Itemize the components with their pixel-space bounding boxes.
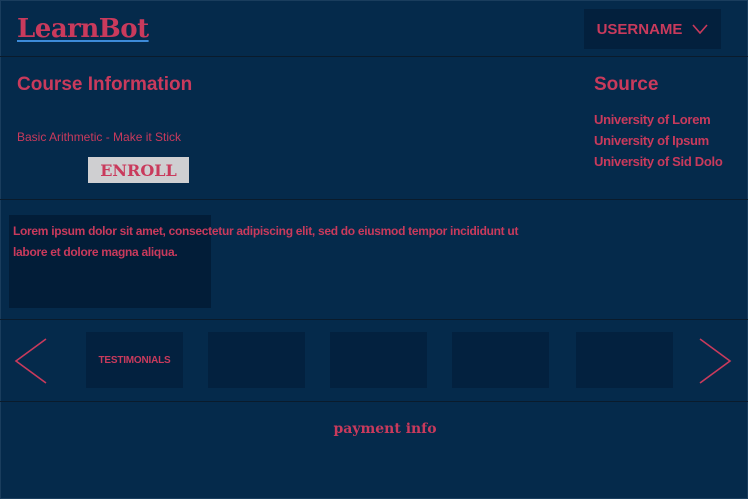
testimonial-card[interactable] (576, 332, 673, 388)
testimonial-card[interactable]: TESTIMONIALS (86, 332, 183, 388)
chevron-down-icon (692, 24, 709, 34)
source-heading: Source (594, 74, 659, 95)
course-name: Basic Arithmetic - Make it Stick (17, 130, 182, 144)
source-list: University of Lorem University of Ipsum … (594, 109, 723, 172)
testimonial-card[interactable] (330, 332, 427, 388)
testimonials-label: TESTIMONIALS (98, 354, 171, 366)
source-item[interactable]: University of Lorem (594, 109, 722, 130)
divider (0, 199, 748, 200)
divider (0, 401, 748, 402)
chevron-left-icon[interactable] (14, 338, 48, 384)
username-dropdown[interactable]: USERNAME (584, 9, 721, 49)
course-description: Lorem ipsum dolor sit amet, consectetur … (13, 224, 519, 259)
payment-info-link[interactable]: payment info (0, 421, 748, 437)
divider (0, 319, 748, 320)
username-label: USERNAME (596, 20, 683, 38)
enroll-button[interactable]: ENROLL (88, 157, 189, 183)
logo[interactable]: LearnBot (17, 14, 149, 44)
chevron-right-icon[interactable] (698, 338, 732, 384)
testimonial-card[interactable] (452, 332, 549, 388)
testimonial-card[interactable] (208, 332, 305, 388)
source-item[interactable]: University of Sid Dolo (594, 151, 723, 172)
course-info-heading: Course Information (17, 74, 193, 95)
source-item[interactable]: University of Ipsum (594, 130, 722, 151)
divider (0, 56, 748, 57)
